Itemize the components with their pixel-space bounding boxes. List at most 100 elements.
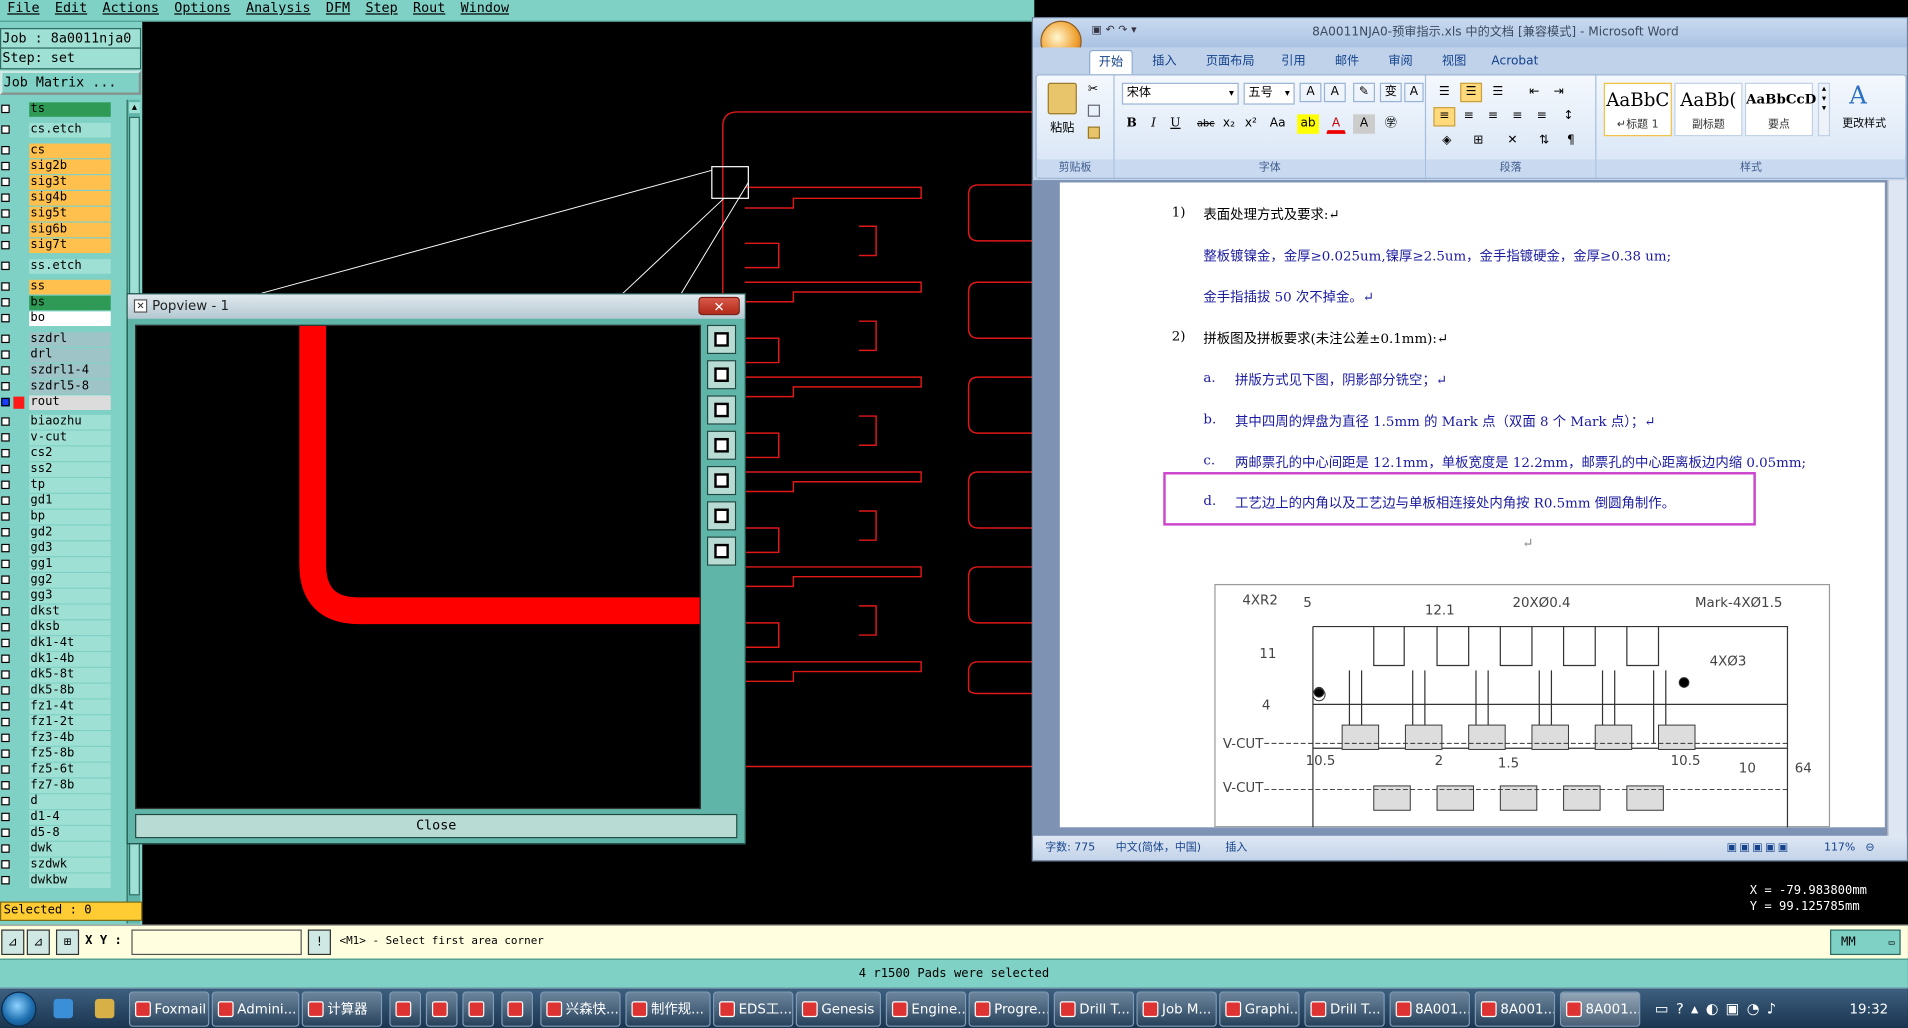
layer-row[interactable]: biaozhu xyxy=(0,414,127,430)
layer-affected-marker[interactable] xyxy=(13,396,25,409)
layer-affected-marker[interactable] xyxy=(13,260,24,272)
layer-name[interactable]: dksb xyxy=(29,620,111,636)
layer-name[interactable]: sig3t xyxy=(29,175,111,190)
layer-row[interactable]: sig4b xyxy=(0,191,127,206)
layer-checkbox[interactable] xyxy=(1,193,10,202)
copy-icon[interactable] xyxy=(1087,104,1100,117)
layer-name[interactable]: fz7-8b xyxy=(29,778,111,794)
layer-name[interactable]: gd2 xyxy=(29,525,111,541)
sort-icon[interactable]: ⇅ xyxy=(1533,131,1555,150)
ie-icon[interactable] xyxy=(53,998,74,1019)
enclose-char-icon[interactable]: ㊫ xyxy=(1380,114,1402,133)
layer-checkbox[interactable] xyxy=(1,161,10,171)
layer-name[interactable]: d1-4 xyxy=(29,810,111,825)
snap-icon[interactable]: ⊿ xyxy=(1,929,25,956)
align-right-icon[interactable]: ≡ xyxy=(1482,107,1504,126)
layer-name[interactable]: gd1 xyxy=(29,493,111,509)
layer-checkbox[interactable] xyxy=(1,654,10,664)
layer-row[interactable]: v-cut xyxy=(0,430,127,446)
layer-row[interactable]: dk5-8b xyxy=(0,683,127,699)
layer-affected-marker[interactable] xyxy=(13,161,24,173)
chinese-layout-icon[interactable]: ✕ xyxy=(1499,131,1526,150)
char-border-icon[interactable]: A xyxy=(1404,82,1424,103)
layer-row[interactable]: fz5-6t xyxy=(0,762,127,778)
layer-row[interactable]: d1-4 xyxy=(0,810,127,825)
layer-checkbox[interactable] xyxy=(1,261,10,271)
paste-button[interactable]: 粘贴 xyxy=(1044,119,1081,138)
tab-page-layout[interactable]: 页面布局 xyxy=(1196,50,1264,74)
taskbar-item[interactable]: Progre... xyxy=(968,991,1049,1027)
layer-name[interactable]: drl xyxy=(29,347,111,363)
layer-row[interactable]: ss2 xyxy=(0,462,127,477)
layer-row[interactable]: szdrl xyxy=(0,332,127,347)
taskbar-item[interactable]: Admini... xyxy=(211,991,300,1027)
scroll-up-icon[interactable]: ▲ xyxy=(128,102,140,114)
layer-affected-marker[interactable] xyxy=(13,333,24,345)
clear-format-icon[interactable]: ✎ xyxy=(1353,82,1375,103)
layer-affected-marker[interactable] xyxy=(13,432,24,444)
increase-indent-icon[interactable]: ⇥ xyxy=(1548,83,1570,102)
layer-name[interactable]: dkst xyxy=(29,604,111,620)
layer-affected-marker[interactable] xyxy=(13,381,24,393)
borders-icon[interactable]: ⊞ xyxy=(1465,131,1492,150)
align-center-icon[interactable]: ≡ xyxy=(1458,107,1480,126)
document-page[interactable]: 1) 表面处理方式及要求:↵ 整板镀镍金，金厚≥0.025um,镍厚≥2.5um… xyxy=(1059,182,1885,828)
layer-name[interactable]: d5-8 xyxy=(29,826,111,841)
subscript-icon[interactable]: x₂ xyxy=(1219,114,1238,133)
layer-checkbox[interactable] xyxy=(1,282,10,291)
layer-checkbox[interactable] xyxy=(1,334,10,344)
measure-icon[interactable]: ⊿ xyxy=(26,929,50,956)
layer-row[interactable]: dksb xyxy=(0,620,127,636)
layer-name[interactable]: bs xyxy=(29,295,111,311)
layer-checkbox[interactable] xyxy=(1,781,10,790)
layer-row[interactable]: fz5-8b xyxy=(0,746,127,762)
taskbar-item[interactable]: Drill T... xyxy=(1304,991,1385,1027)
layer-row[interactable]: cs xyxy=(0,143,127,159)
layer-checkbox[interactable] xyxy=(1,240,10,250)
taskbar-item[interactable]: Genesis xyxy=(795,991,881,1027)
zoom-level[interactable]: 117% xyxy=(1824,836,1855,860)
tab-acrobat[interactable]: Acrobat xyxy=(1483,50,1546,74)
layer-name[interactable]: szdwk xyxy=(29,857,111,873)
tray-icons[interactable]: ▭?▴◐▣◔♪ xyxy=(1655,989,1784,1028)
layer-checkbox[interactable] xyxy=(1,844,10,853)
layer-affected-marker[interactable] xyxy=(13,349,24,361)
italic-icon[interactable]: I xyxy=(1144,114,1163,133)
language-status[interactable]: 中文(简体，中国) xyxy=(1116,836,1201,860)
layer-name[interactable]: szdrl1-4 xyxy=(29,363,111,379)
layer-name[interactable]: dwkbw xyxy=(29,873,111,889)
popview-canvas[interactable] xyxy=(135,324,701,810)
layer-checkbox[interactable] xyxy=(1,686,10,695)
menu-rout[interactable]: Rout xyxy=(413,0,445,17)
layer-name[interactable]: fz5-8b xyxy=(29,746,111,762)
layer-affected-marker[interactable] xyxy=(13,637,24,649)
layer-affected-marker[interactable] xyxy=(13,574,24,586)
popview-center-icon[interactable] xyxy=(706,536,737,566)
layer-name[interactable]: sig4b xyxy=(29,191,111,206)
layer-name[interactable]: dk1-4b xyxy=(29,652,111,667)
tab-references[interactable]: 引用 xyxy=(1272,50,1316,74)
exclaim-button[interactable]: ! xyxy=(307,929,331,956)
layer-row[interactable]: gg2 xyxy=(0,573,127,588)
tab-mailings[interactable]: 邮件 xyxy=(1323,50,1372,74)
taskbar-item[interactable]: 兴森快... xyxy=(540,991,621,1027)
popview-pan-left-icon[interactable] xyxy=(706,430,737,460)
layer-checkbox[interactable] xyxy=(1,313,10,323)
taskbar-item[interactable]: 制作规... xyxy=(625,991,711,1027)
popview-zoom-icon[interactable] xyxy=(706,324,737,355)
word-count[interactable]: 字数: 775 xyxy=(1045,836,1095,860)
style-subtitle[interactable]: AaBb(副标题 xyxy=(1674,82,1743,137)
layer-checkbox[interactable] xyxy=(1,433,10,442)
layer-checkbox[interactable] xyxy=(1,480,10,490)
taskbar-item[interactable]: 计算器 xyxy=(301,991,383,1027)
layer-name[interactable]: bp xyxy=(29,509,111,525)
taskbar-item[interactable]: Engine... xyxy=(885,991,967,1027)
layer-checkbox[interactable] xyxy=(1,796,10,806)
layer-name[interactable]: cs xyxy=(29,143,111,159)
insert-mode[interactable]: 插入 xyxy=(1225,836,1247,860)
popview-pan-up-icon[interactable] xyxy=(706,360,737,390)
layer-row[interactable]: bs xyxy=(0,295,127,311)
layer-checkbox[interactable] xyxy=(1,828,10,838)
layer-affected-marker[interactable] xyxy=(13,796,24,808)
bullets-icon[interactable]: ☰ xyxy=(1433,83,1455,102)
